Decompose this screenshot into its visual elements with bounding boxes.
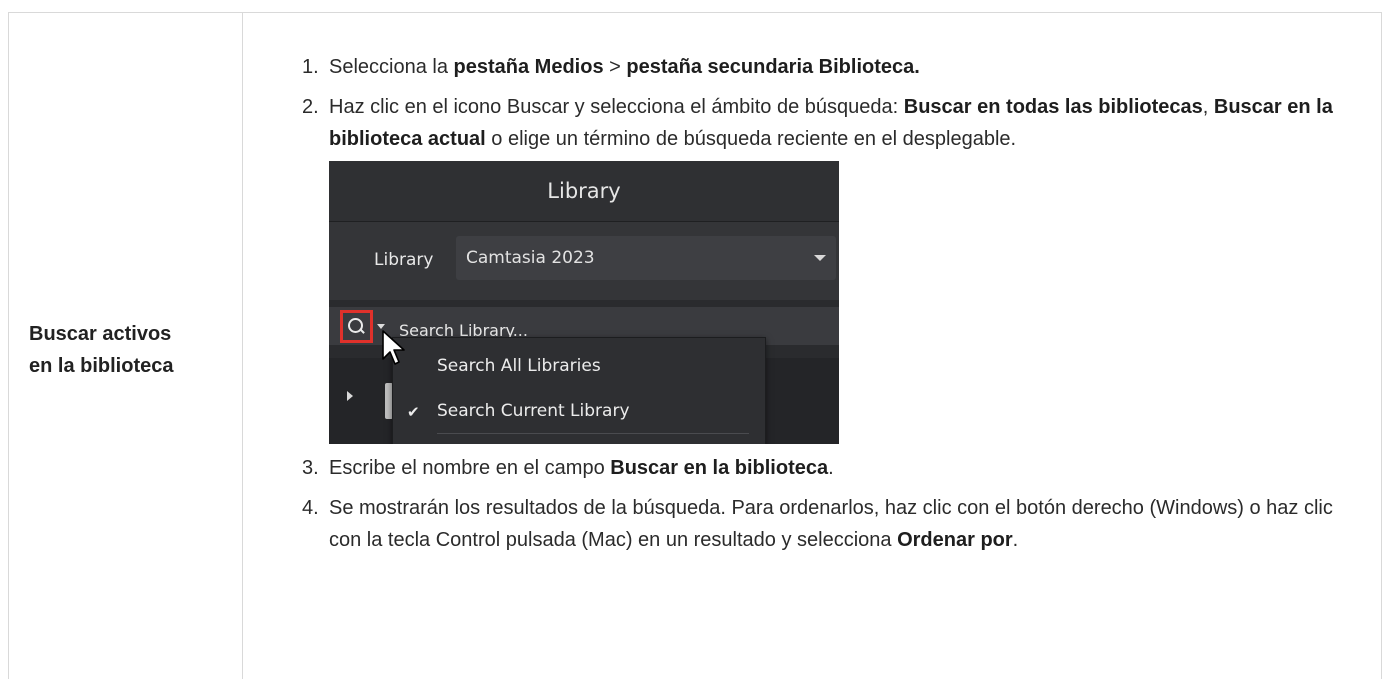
search-icon-handle — [359, 328, 365, 334]
search-scope-menu: Search All Libraries ✔ Search Current Li… — [392, 337, 766, 444]
step-text: Haz clic en el icono Buscar y selecciona… — [329, 96, 904, 118]
library-selector-bar: Library Camtasia 2023 — [329, 222, 839, 300]
step-text: Escribe el nombre en el campo — [329, 457, 611, 479]
step-bold: Buscar en la biblioteca — [610, 457, 829, 479]
step-4: 4. Se mostrarán los resultados de la bús… — [275, 492, 1365, 556]
library-label: Library — [374, 250, 434, 270]
library-panel-title: Library — [329, 161, 839, 222]
step-text: Se mostrarán los resultados de la búsque… — [329, 497, 1333, 551]
library-dropdown[interactable]: Camtasia 2023 — [456, 236, 836, 280]
step-number: 4. — [302, 497, 319, 519]
menu-separator — [437, 433, 749, 434]
steps-list: 1. Selecciona la pestaña Medios > pestañ… — [275, 51, 1365, 564]
library-screenshot: Library Library Camtasia 2023 Search Lib… — [329, 161, 839, 444]
column-divider — [242, 13, 243, 679]
step-text: o elige un término de búsqueda reciente … — [485, 128, 1017, 150]
step-number: 1. — [302, 56, 319, 78]
step-text: . — [1012, 529, 1019, 551]
step-text: . — [828, 457, 834, 479]
library-dropdown-value: Camtasia 2023 — [466, 248, 595, 268]
step-3: 3. Escribe el nombre en el campo Buscar … — [275, 452, 1365, 484]
row-label-line1: Buscar activos — [29, 323, 172, 345]
chevron-down-icon — [814, 255, 826, 261]
step-number: 2. — [302, 96, 319, 118]
step-bold: pestaña Medios — [453, 56, 604, 78]
content-table: Buscar activos en la biblioteca 1. Selec… — [8, 12, 1382, 679]
step-text: Selecciona la — [329, 56, 454, 78]
check-icon: ✔ — [407, 403, 420, 421]
step-2: 2. Haz clic en el icono Buscar y selecci… — [275, 91, 1365, 444]
step-bold: Ordenar por — [897, 529, 1013, 551]
search-button[interactable] — [340, 310, 373, 343]
step-text: > — [603, 56, 627, 78]
menu-item-search-all[interactable]: Search All Libraries — [437, 350, 601, 382]
mouse-cursor-icon — [382, 330, 405, 365]
step-number: 3. — [302, 457, 319, 479]
step-text: , — [1202, 96, 1214, 118]
step-bold: Buscar en todas las bibliotecas — [903, 96, 1203, 118]
menu-item-search-current[interactable]: Search Current Library — [437, 395, 630, 427]
step-bold: pestaña secundaria Biblioteca. — [626, 56, 920, 78]
expand-arrow-icon[interactable] — [347, 391, 353, 401]
row-label-line2: en la biblioteca — [29, 355, 174, 377]
step-1: 1. Selecciona la pestaña Medios > pestañ… — [275, 51, 1365, 83]
row-label: Buscar activos en la biblioteca — [29, 318, 229, 382]
